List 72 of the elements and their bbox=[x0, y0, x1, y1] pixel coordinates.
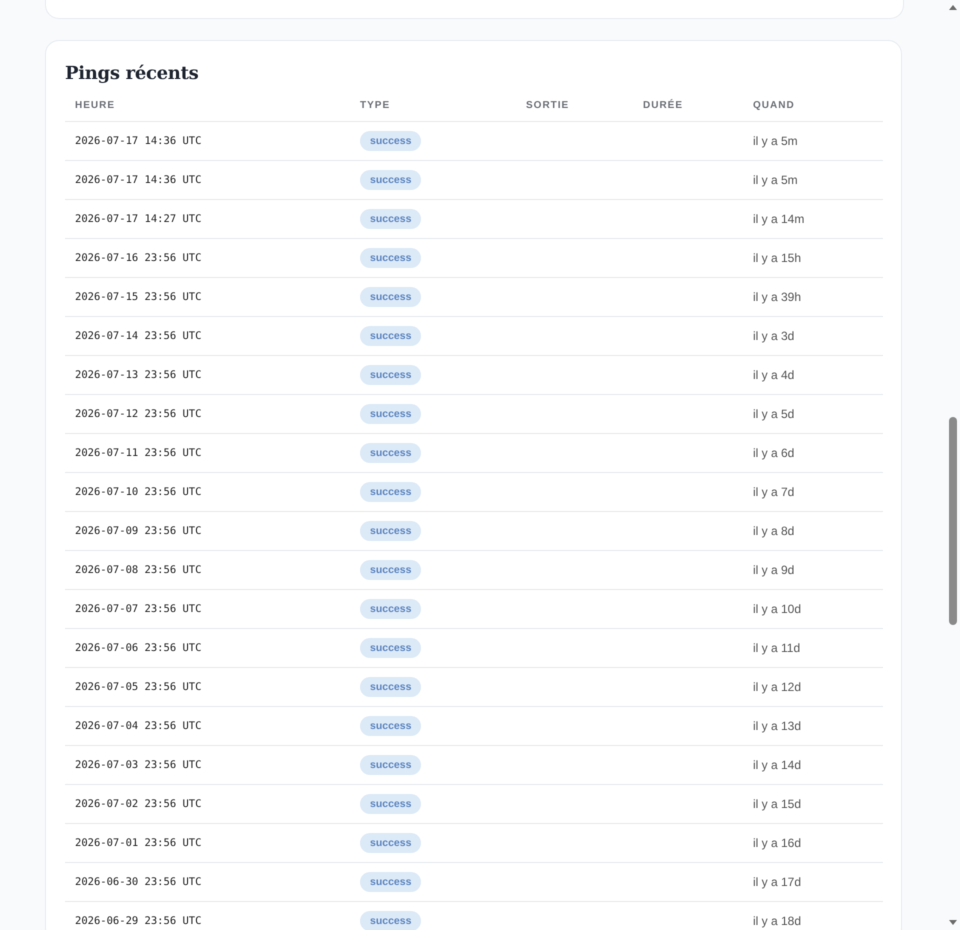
table-cell: 2026-06-30 23:56 UTC bbox=[65, 862, 350, 902]
status-badge: success bbox=[360, 716, 422, 736]
table-cell: 2026-07-05 23:56 UTC bbox=[65, 668, 350, 706]
status-badge: success bbox=[360, 638, 422, 658]
column-header: HEURE bbox=[65, 100, 350, 122]
table-cell: il y a 14m bbox=[743, 200, 883, 238]
table-cell: 2026-07-12 23:56 UTC bbox=[65, 394, 350, 434]
table-cell: il y a 15d bbox=[743, 784, 883, 824]
table-cell: il y a 9d bbox=[743, 550, 883, 590]
status-badge: success bbox=[360, 365, 422, 385]
table-cell: il y a 12d bbox=[743, 668, 883, 706]
status-badge: success bbox=[360, 911, 422, 930]
table-cell: il y a 16d bbox=[743, 824, 883, 862]
table-cell: 2026-07-16 23:56 UTC bbox=[65, 238, 350, 278]
scrollbar-thumb[interactable] bbox=[949, 417, 957, 625]
column-header: TYPE bbox=[350, 100, 516, 122]
status-badge: success bbox=[360, 755, 422, 775]
status-badge: success bbox=[360, 560, 422, 580]
table-cell: il y a 5d bbox=[743, 394, 883, 434]
table-cell: il y a 11d bbox=[743, 628, 883, 668]
table-cell: 2026-07-07 23:56 UTC bbox=[65, 590, 350, 628]
table-cell: 2026-07-10 23:56 UTC bbox=[65, 472, 350, 512]
table-cell: il y a 5m bbox=[743, 160, 883, 200]
table-cell: il y a 39h bbox=[743, 278, 883, 316]
status-badge: success bbox=[360, 209, 422, 229]
table-cell: il y a 4d bbox=[743, 356, 883, 394]
table-cell: il y a 3d bbox=[743, 316, 883, 356]
table-cell: 2026-06-29 23:56 UTC bbox=[65, 902, 350, 930]
table-cell: 2026-07-17 14:36 UTC bbox=[65, 160, 350, 200]
table-cell: il y a 10d bbox=[743, 590, 883, 628]
table-cell: il y a 18d bbox=[743, 902, 883, 930]
table-cell: 2026-07-02 23:56 UTC bbox=[65, 784, 350, 824]
table-cell: il y a 14d bbox=[743, 746, 883, 784]
table-cell: 2026-07-17 14:36 UTC bbox=[65, 122, 350, 160]
status-badge: success bbox=[360, 872, 422, 892]
status-badge: success bbox=[360, 131, 422, 151]
column-header: DURÉE bbox=[633, 100, 743, 122]
table-cell: 2026-07-13 23:56 UTC bbox=[65, 356, 350, 394]
status-badge: success bbox=[360, 482, 422, 502]
table-cell: il y a 15h bbox=[743, 238, 883, 278]
table-cell: 2026-07-01 23:56 UTC bbox=[65, 824, 350, 862]
status-badge: success bbox=[360, 170, 422, 190]
status-badge: success bbox=[360, 326, 422, 346]
table-cell: 2026-07-15 23:56 UTC bbox=[65, 278, 350, 316]
table-cell: il y a 13d bbox=[743, 706, 883, 746]
column-header: QUAND bbox=[743, 100, 883, 122]
card-title: Pings récents bbox=[65, 63, 200, 84]
table-cell: 2026-07-04 23:56 UTC bbox=[65, 706, 350, 746]
status-badge: success bbox=[360, 521, 422, 541]
table-cell: 2026-07-09 23:56 UTC bbox=[65, 512, 350, 550]
table-cell: 2026-07-08 23:56 UTC bbox=[65, 550, 350, 590]
table-cell: 2026-07-14 23:56 UTC bbox=[65, 316, 350, 356]
scroll-up-icon[interactable] bbox=[949, 4, 957, 10]
column-header: SORTIE bbox=[516, 100, 633, 122]
table-cell: 2026-07-03 23:56 UTC bbox=[65, 746, 350, 784]
table-cell: il y a 6d bbox=[743, 434, 883, 472]
table-cell: 2026-07-06 23:56 UTC bbox=[65, 628, 350, 668]
status-badge: success bbox=[360, 248, 422, 268]
table-cell: il y a 17d bbox=[743, 862, 883, 902]
status-badge: success bbox=[360, 443, 422, 463]
status-badge: success bbox=[360, 677, 422, 697]
table-cell: il y a 7d bbox=[743, 472, 883, 512]
table-cell: 2026-07-17 14:27 UTC bbox=[65, 200, 350, 238]
status-badge: success bbox=[360, 287, 422, 307]
table-cell: il y a 5m bbox=[743, 122, 883, 160]
status-badge: success bbox=[360, 794, 422, 814]
scroll-down-icon[interactable] bbox=[949, 920, 957, 926]
table-cell: il y a 8d bbox=[743, 512, 883, 550]
status-badge: success bbox=[360, 599, 422, 619]
status-badge: success bbox=[360, 404, 422, 424]
table-cell: 2026-07-11 23:56 UTC bbox=[65, 434, 350, 472]
status-badge: success bbox=[360, 833, 422, 853]
